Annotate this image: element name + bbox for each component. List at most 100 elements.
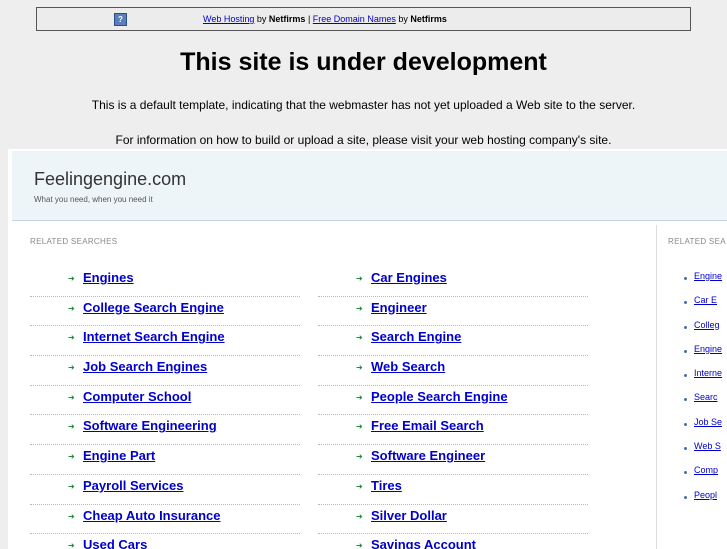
arrow-icon: ➜: [68, 333, 75, 343]
search-row: ➜ Savings Account: [318, 534, 588, 549]
site-title[interactable]: Feelingengine.com: [34, 169, 186, 190]
page-title: This site is under development: [180, 48, 547, 76]
search-link[interactable]: Engineer: [371, 300, 427, 315]
question-icon[interactable]: ?: [114, 13, 127, 26]
side-search-link[interactable]: Interne: [694, 368, 722, 378]
arrow-icon: ➜: [356, 274, 363, 283]
bullet-icon: [684, 495, 687, 499]
search-link[interactable]: Web Search: [371, 359, 445, 374]
arrow-icon: ➜: [356, 511, 363, 521]
search-link[interactable]: College Search Engine: [83, 300, 224, 315]
arrow-icon: ➜: [356, 363, 363, 373]
side-search-link[interactable]: Comp: [694, 465, 718, 475]
search-column-1: ➜ Engines ➜ College Search Engine ➜ Internet …: [30, 267, 300, 549]
arrow-icon: ➜: [68, 363, 75, 373]
arrow-icon: ➜: [356, 333, 363, 343]
search-row: ➜ Search Engine: [318, 326, 588, 357]
arrow-icon: ➜: [68, 541, 75, 549]
bullet-icon: [684, 447, 687, 451]
side-search-link[interactable]: Peopl: [694, 490, 717, 500]
search-link[interactable]: Job Search Engines: [83, 359, 207, 374]
search-link[interactable]: Tires: [371, 478, 402, 493]
arrow-icon: ➜: [356, 541, 363, 549]
search-row: ➜ Free Email Search: [318, 415, 588, 446]
site-tagline: What you need, when you need it: [34, 195, 153, 204]
search-row: ➜ Car Engines: [318, 267, 588, 297]
arrow-icon: ➜: [68, 422, 75, 432]
by-text-2: by: [398, 14, 408, 24]
side-search-link[interactable]: Colleg: [694, 320, 720, 330]
search-row: ➜ College Search Engine: [30, 297, 300, 327]
related-searches-main: RELATED SEARCHES ➜ Engines ➜ College Search…: [12, 225, 657, 549]
search-link[interactable]: Cheap Auto Insurance: [83, 508, 220, 523]
by-text-1: by: [256, 14, 267, 24]
parked-domain-frame: Feelingengine.com What you need, when yo…: [8, 149, 727, 549]
bullet-icon: [684, 422, 687, 426]
search-link[interactable]: Software Engineer: [371, 448, 485, 463]
search-row: ➜ Software Engineering: [30, 415, 300, 446]
brand-text-2: Netfirms: [410, 14, 447, 24]
search-link[interactable]: People Search Engine: [371, 389, 508, 404]
arrow-icon: ➜: [68, 481, 75, 491]
search-link[interactable]: Search Engine: [371, 329, 461, 344]
search-link[interactable]: Car Engines: [371, 270, 447, 285]
arrow-icon: ➜: [356, 422, 363, 432]
arrow-icon: ➜: [68, 511, 75, 521]
search-link[interactable]: Savings Account: [371, 537, 476, 549]
related-searches-side-label: RELATED SEA: [668, 237, 726, 246]
description-default-template: This is a default template, indicating t…: [91, 98, 636, 112]
bullet-icon: [684, 374, 687, 378]
arrow-icon: ➜: [356, 303, 363, 313]
arrow-icon: ➜: [356, 392, 363, 402]
search-link[interactable]: Silver Dollar: [371, 508, 447, 523]
search-row: ➜ Software Engineer: [318, 445, 588, 475]
side-search-link[interactable]: Searc: [694, 392, 718, 402]
side-search-link[interactable]: Engine: [694, 271, 722, 281]
search-row: ➜ Engines: [30, 267, 300, 297]
separator: |: [307, 14, 311, 24]
search-row: ➜ Tires: [318, 475, 588, 505]
free-domain-names-link[interactable]: Free Domain Names: [313, 14, 396, 24]
arrow-icon: ➜: [356, 481, 363, 491]
search-row: ➜ Cheap Auto Insurance: [30, 505, 300, 535]
bullet-icon: [684, 398, 687, 402]
search-row: ➜ Payroll Services: [30, 475, 300, 505]
search-link[interactable]: Internet Search Engine: [83, 329, 225, 344]
top-ad-bar: ? Web Hosting by Netfirms | Free Domain …: [36, 7, 691, 31]
search-link[interactable]: Payroll Services: [83, 478, 183, 493]
search-row: ➜ People Search Engine: [318, 386, 588, 416]
search-link[interactable]: Computer School: [83, 389, 191, 404]
search-row: ➜ Engineer: [318, 297, 588, 327]
bullet-icon: [684, 349, 687, 353]
search-row: ➜ Engine Part: [30, 445, 300, 475]
arrow-icon: ➜: [68, 274, 75, 283]
top-links: Web Hosting by Netfirms | Free Domain Na…: [203, 8, 447, 30]
side-search-link[interactable]: Engine: [694, 344, 722, 354]
search-link[interactable]: Used Cars: [83, 537, 147, 549]
web-hosting-link[interactable]: Web Hosting: [203, 14, 254, 24]
description-hosting-info: For information on how to build or uploa…: [115, 133, 612, 147]
arrow-icon: ➜: [68, 392, 75, 402]
search-row: ➜ Job Search Engines: [30, 356, 300, 386]
side-search-link[interactable]: Car E: [694, 295, 717, 305]
search-row: ➜ Used Cars: [30, 534, 300, 549]
bullet-icon: [684, 325, 687, 329]
search-link[interactable]: Software Engineering: [83, 418, 217, 433]
search-column-2: ➜ Car Engines ➜ Engineer ➜ Search Engine ➜ Web …: [318, 267, 588, 549]
search-row: ➜ Computer School: [30, 386, 300, 416]
site-header: Feelingengine.com What you need, when yo…: [12, 151, 727, 221]
search-row: ➜ Internet Search Engine: [30, 326, 300, 357]
side-search-link[interactable]: Web S: [694, 441, 721, 451]
search-link[interactable]: Free Email Search: [371, 418, 484, 433]
brand-text-1: Netfirms: [268, 14, 306, 24]
search-link[interactable]: Engines: [83, 270, 134, 285]
bullet-icon: [684, 277, 687, 280]
side-search-link[interactable]: Job Se: [694, 417, 722, 427]
search-link[interactable]: Engine Part: [83, 448, 155, 463]
search-row: ➜ Web Search: [318, 356, 588, 386]
arrow-icon: ➜: [68, 303, 75, 313]
arrow-icon: ➜: [356, 452, 363, 462]
bullet-icon: [684, 301, 687, 305]
search-row: ➜ Silver Dollar: [318, 505, 588, 535]
arrow-icon: ➜: [68, 452, 75, 462]
